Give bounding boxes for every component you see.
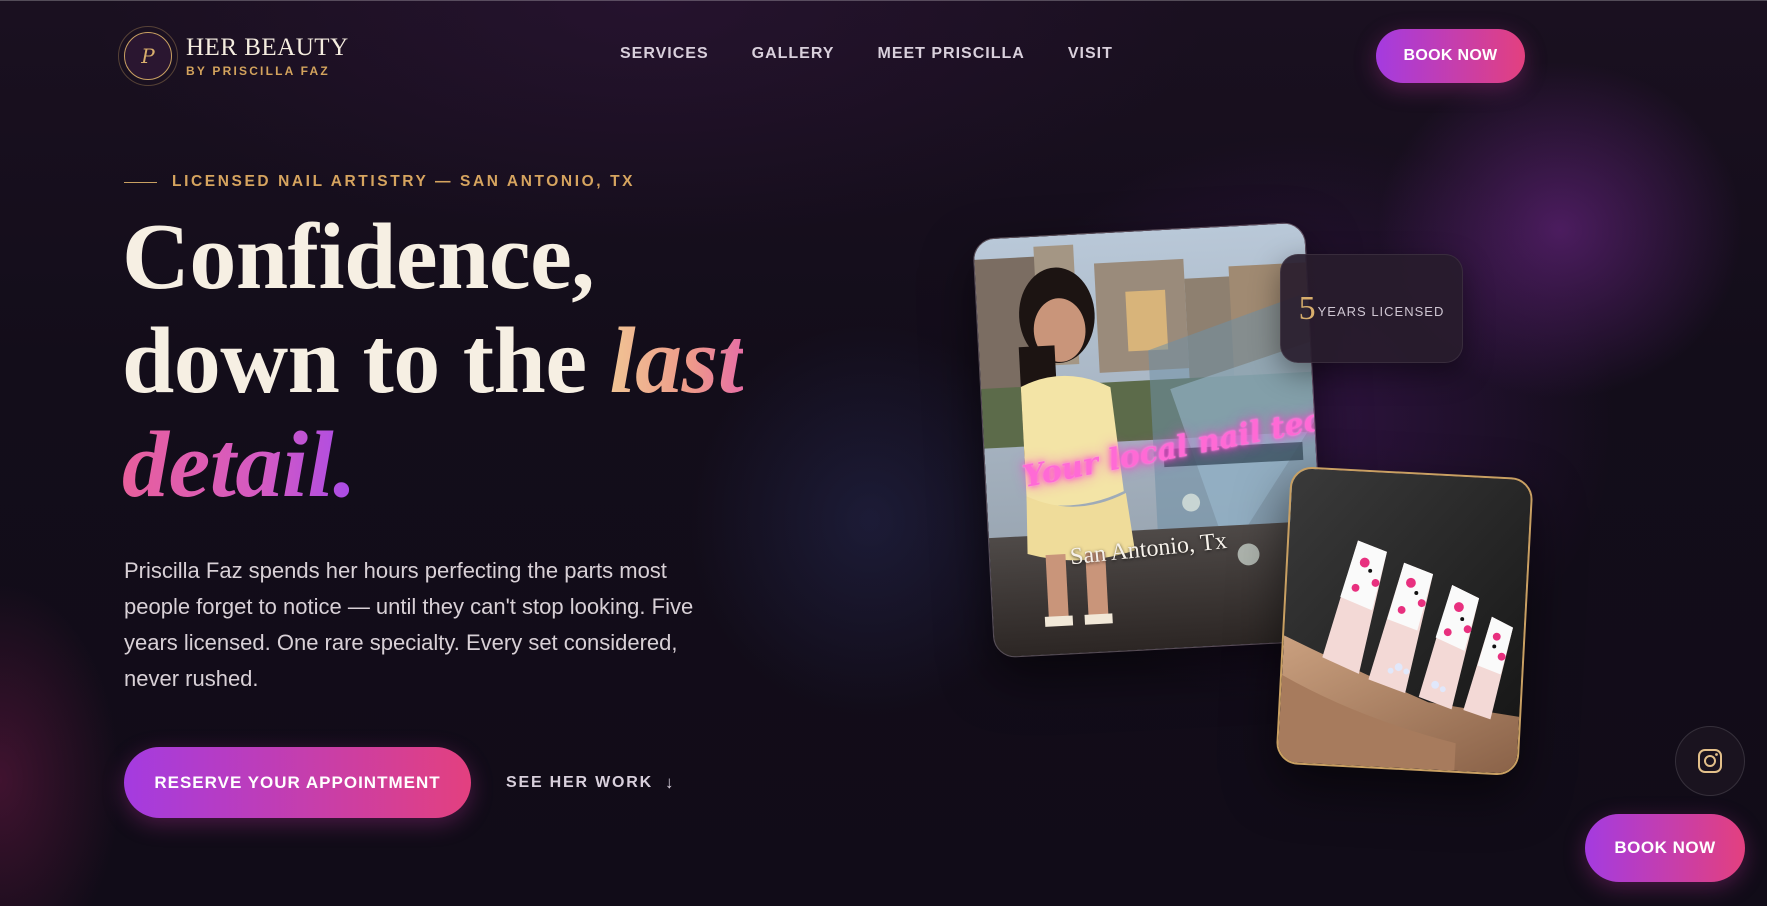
nav-meet-priscilla[interactable]: MEET PRISCILLA: [877, 45, 1024, 63]
headline-line-3: detail.: [122, 413, 743, 517]
brand-tagline: BY PRISCILLA FAZ: [186, 63, 330, 78]
badge-label: YEARS LICENSED: [1317, 304, 1445, 319]
hero-headline: Confidence, down to the last detail.: [122, 205, 744, 517]
headline-accent-detail: detail.: [122, 413, 357, 517]
badge-number: 5: [1298, 289, 1316, 327]
logo-monogram: P: [118, 26, 178, 86]
eyebrow-text: LICENSED NAIL ARTISTRY — SAN ANTONIO, TX: [172, 173, 636, 190]
book-now-button[interactable]: BOOK NOW: [1376, 29, 1525, 83]
headline-line-2-text: down to the: [122, 309, 610, 413]
hero-eyebrow: LICENSED NAIL ARTISTRY — SAN ANTONIO, TX: [124, 173, 635, 191]
brand-logo[interactable]: P HER BEAUTY BY PRISCILLA FAZ: [118, 26, 349, 86]
logo-monogram-letter: P: [124, 32, 172, 80]
floating-book-now-button[interactable]: BOOK NOW: [1585, 814, 1745, 882]
logo-text: HER BEAUTY BY PRISCILLA FAZ: [186, 33, 349, 78]
hero-photo-priscilla: Your local nail tech San Antonio, Tx: [972, 221, 1327, 659]
see-her-work-link[interactable]: SEE HER WORK ↓: [506, 773, 675, 793]
eyebrow-rule: [124, 181, 157, 183]
instagram-icon: [1698, 749, 1722, 773]
instagram-button[interactable]: [1675, 726, 1745, 796]
headline-accent-last: last: [609, 309, 744, 413]
top-border: [0, 0, 1767, 1]
nav-gallery[interactable]: GALLERY: [752, 45, 835, 63]
nail-illustration: [1277, 467, 1532, 775]
arrow-down-icon: ↓: [664, 773, 676, 792]
nav-visit[interactable]: VISIT: [1068, 45, 1113, 63]
hero-description: Priscilla Faz spends her hours perfectin…: [124, 558, 694, 691]
headline-line-1: Confidence,: [122, 205, 595, 309]
main-nav: SERVICES GALLERY MEET PRISCILLA VISIT: [620, 45, 1113, 63]
nav-services[interactable]: SERVICES: [620, 45, 709, 63]
years-licensed-badge: 5 YEARS LICENSED: [1280, 254, 1463, 363]
see-her-work-label: SEE HER WORK: [506, 774, 653, 791]
headline-line-2: down to the last: [122, 309, 744, 413]
brand-name: HER BEAUTY: [186, 33, 349, 61]
reserve-appointment-button[interactable]: RESERVE YOUR APPOINTMENT: [124, 747, 471, 818]
nail-art-photo: [1275, 465, 1534, 777]
